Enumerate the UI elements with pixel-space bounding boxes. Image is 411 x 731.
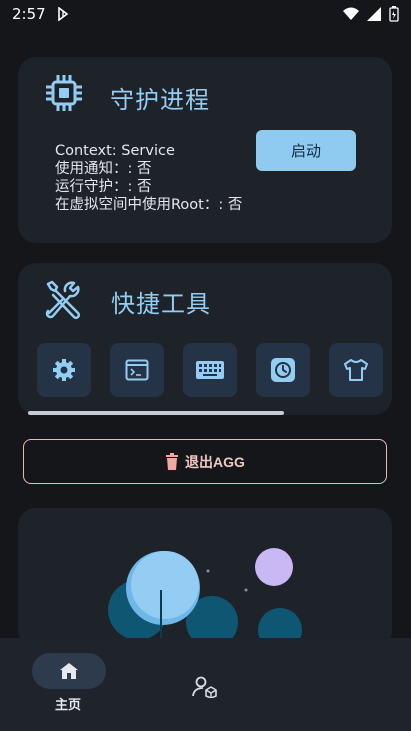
guard-text: 运行守护：: 否 — [55, 179, 152, 195]
nav-home-button[interactable] — [32, 653, 106, 689]
signal-icon — [367, 7, 381, 21]
trash-icon — [166, 453, 179, 470]
chip-icon — [46, 75, 82, 111]
user-package-icon — [192, 676, 217, 699]
nav-user-button[interactable] — [192, 676, 218, 702]
start-button[interactable]: 启动 — [256, 130, 356, 171]
bubbles-illustration — [108, 548, 302, 648]
illustration-card — [18, 508, 392, 648]
tool-terminal-button[interactable] — [110, 343, 164, 397]
wifi-icon — [343, 7, 359, 20]
tools-title: 快捷工具 — [111, 290, 211, 318]
clock-icon — [271, 358, 295, 382]
tool-settings-button[interactable] — [37, 343, 91, 397]
status-time: 2:57 — [12, 5, 46, 23]
tools-icon — [45, 280, 81, 320]
keyboard-icon — [196, 361, 224, 379]
daemon-title: 守护进程 — [110, 86, 210, 114]
shirt-icon — [344, 359, 368, 381]
terminal-icon — [125, 359, 149, 381]
tool-theme-button[interactable] — [329, 343, 383, 397]
virtual-root-text: 在虚拟空间中使用Root：: 否 — [55, 197, 243, 213]
home-icon — [60, 663, 78, 679]
context-text: Context: Service — [55, 143, 175, 159]
notify-text: 使用通知：: 否 — [55, 161, 152, 177]
exit-button[interactable]: 退出AGG — [23, 439, 387, 484]
tool-clock-button[interactable] — [256, 343, 310, 397]
battery-icon — [389, 6, 399, 22]
nav-home-label: 主页 — [55, 698, 82, 713]
exit-label: 退出AGG — [185, 453, 245, 470]
tools-scrollbar[interactable] — [28, 411, 284, 415]
app-notification-icon — [57, 7, 69, 21]
daemon-info: Context: Service 使用通知：: 否 运行守护：: 否 在虚拟空间… — [55, 142, 242, 214]
settings-icon — [53, 359, 75, 381]
tool-keyboard-button[interactable] — [183, 343, 237, 397]
status-bar: 2:57 — [0, 0, 411, 28]
